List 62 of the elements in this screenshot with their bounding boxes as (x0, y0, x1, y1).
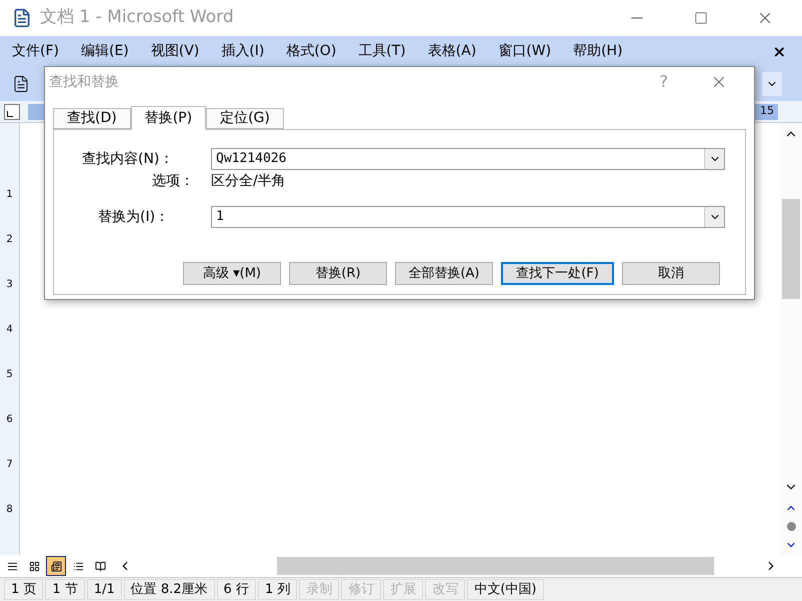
menu-item[interactable]: 表格(A) (428, 41, 476, 62)
replace-combobox[interactable]: 1 (211, 206, 725, 228)
view-icon (28, 560, 40, 572)
status-field: 中文(中国) (467, 578, 544, 600)
tab-stop-button[interactable] (4, 104, 20, 120)
status-field: 修订 (341, 578, 382, 600)
scrollbar-thumb[interactable] (782, 199, 800, 299)
window-title: 文档 1 - Microsoft Word (40, 6, 234, 30)
ruler-number: 1 (6, 188, 13, 202)
menu-item[interactable]: 文件(F) (12, 41, 59, 62)
find-combobox[interactable]: Qw1214026 (211, 148, 725, 170)
tab[interactable]: 查找(D) (53, 108, 131, 129)
browse-object-icon[interactable] (786, 522, 796, 531)
find-label: 查找内容(N)： (82, 150, 174, 168)
ruler-number: 5 (6, 368, 13, 382)
view-icon (50, 560, 62, 572)
status-field: 1 列 (258, 578, 298, 600)
status-field: 1 页 (4, 578, 44, 600)
ruler-number: 3 (6, 278, 13, 292)
new-document-icon[interactable] (12, 75, 30, 93)
view-button[interactable] (46, 556, 66, 576)
tab-stop-icon (7, 110, 13, 116)
status-field: 1 节 (45, 578, 85, 600)
status-field: 位置 8.2厘米 (124, 578, 215, 600)
menu-item[interactable]: 视图(V) (150, 41, 200, 62)
dialog-title: 查找和替换 (49, 72, 119, 92)
menu-item[interactable]: 插入(I) (221, 41, 264, 62)
ruler-number: 8 (6, 503, 13, 517)
ruler-number: 7 (6, 458, 13, 472)
ruler-number: 4 (6, 323, 13, 337)
status-field: 1/1 (86, 578, 122, 600)
maximize-icon[interactable] (694, 11, 708, 25)
ruler-number: 15 (760, 103, 774, 120)
scrollbar-thumb[interactable] (277, 557, 714, 575)
view-icon (6, 560, 18, 572)
menu-item[interactable]: 窗口(W) (498, 41, 552, 62)
dropdown-button[interactable] (762, 72, 782, 96)
dropdown-button[interactable] (704, 149, 724, 169)
dialog-button[interactable]: 取消 (622, 262, 720, 285)
ruler-number: 6 (6, 413, 13, 427)
options-value: 区分全/半角 (211, 172, 286, 190)
menu-item[interactable]: 编辑(E) (80, 41, 129, 62)
replace-label: 替换为(I)： (97, 208, 170, 226)
menu-close-button[interactable]: × (772, 40, 790, 64)
document-icon (12, 8, 32, 28)
tab[interactable]: 替换(P) (130, 106, 206, 130)
dialog-button[interactable]: 全部替换(A) (395, 262, 493, 285)
options-label: 选项： (151, 172, 195, 190)
dialog-button[interactable]: 高级 ▾(M) (183, 262, 281, 285)
status-field: 改写 (425, 578, 466, 600)
view-icon (94, 560, 106, 572)
menu-item[interactable]: 格式(O) (286, 41, 336, 62)
status-field: 录制 (299, 578, 340, 600)
dialog-button[interactable]: 查找下一处(F) (501, 262, 614, 285)
tab[interactable]: 定位(G) (206, 108, 284, 129)
status-field: 扩展 (383, 578, 424, 600)
dialog-button[interactable]: 替换(R) (289, 262, 387, 285)
menu-item[interactable]: 工具(T) (358, 41, 406, 62)
ruler-number: 2 (6, 233, 13, 247)
dropdown-button[interactable] (704, 207, 724, 227)
status-field: 6 行 (216, 578, 256, 600)
menu-item[interactable]: 帮助(H) (573, 41, 623, 62)
